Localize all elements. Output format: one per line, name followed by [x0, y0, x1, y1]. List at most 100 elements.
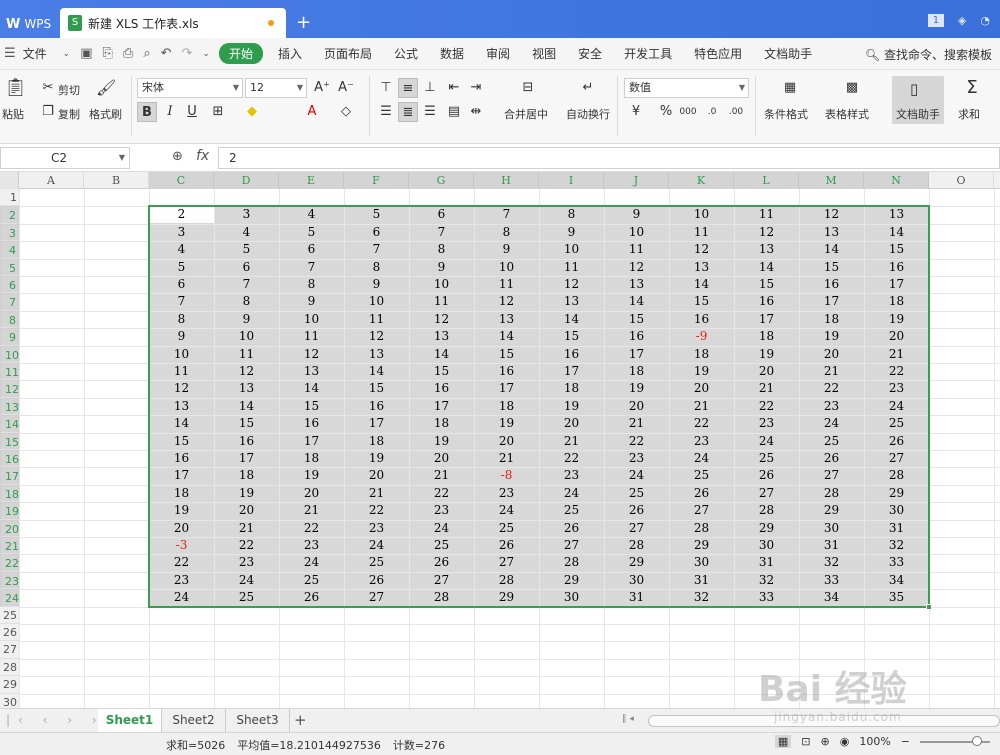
row-header-8[interactable]: 8 — [0, 310, 19, 329]
row-header-21[interactable]: 21 — [0, 537, 19, 555]
increase-font-icon[interactable]: A⁺ — [312, 78, 332, 98]
row-header-27[interactable]: 27 — [0, 641, 19, 659]
row-header-9[interactable]: 9 — [0, 328, 19, 346]
new-tab-button[interactable]: + — [296, 12, 311, 33]
increase-decimal-icon[interactable]: .0 — [702, 102, 722, 122]
zoom-level[interactable]: 100% — [859, 735, 890, 748]
row-header-13[interactable]: 13 — [0, 397, 19, 416]
tab-7[interactable]: 安全 — [578, 45, 602, 62]
wrap-text-button[interactable]: 自动换行 — [566, 106, 610, 122]
zoom-slider[interactable] — [920, 735, 990, 746]
tab-10[interactable]: 文档助手 — [764, 45, 812, 62]
row-header-10[interactable]: 10 — [0, 345, 19, 363]
doc-assistant-button[interactable]: ▯ 文档助手 — [892, 76, 944, 124]
column-header-K[interactable]: K — [669, 172, 734, 189]
fill-handle[interactable] — [926, 603, 932, 610]
sum-button[interactable]: 求和 — [958, 106, 980, 122]
row-header-28[interactable]: 28 — [0, 658, 19, 677]
row-header-26[interactable]: 26 — [0, 624, 19, 642]
column-header-J[interactable]: J — [604, 172, 669, 189]
format-painter-button[interactable]: 格式刷 — [89, 106, 122, 122]
currency-icon[interactable]: ¥ — [626, 102, 646, 122]
number-format-select[interactable]: 数值 ▼ — [624, 78, 749, 98]
page-layout-view-icon[interactable]: ⊕ — [821, 735, 830, 748]
skin-icon[interactable]: ◈ — [958, 14, 966, 27]
file-menu[interactable]: 文件 — [23, 45, 47, 62]
column-header-M[interactable]: M — [799, 172, 864, 189]
row-header-7[interactable]: 7 — [0, 293, 19, 311]
cut-button[interactable]: 剪切 — [58, 82, 80, 98]
tab-3[interactable]: 公式 — [394, 45, 418, 62]
row-header-16[interactable]: 16 — [0, 450, 19, 468]
page-break-view-icon[interactable]: ⊡ — [801, 735, 810, 748]
zoom-formula-icon[interactable]: ⊕ — [172, 149, 183, 164]
command-search[interactable]: 🔍︎ 查找命令、搜索模板 — [865, 46, 992, 63]
merge-center-icon[interactable]: ⊟ — [518, 78, 538, 98]
tab-0[interactable]: 开始 — [218, 43, 263, 64]
sum-icon[interactable]: Σ — [962, 78, 982, 98]
wrap-text-icon[interactable]: ↵ — [578, 78, 598, 98]
format-painter-icon[interactable]: 🖌︎ — [96, 78, 116, 98]
align-left-icon[interactable]: ☰ — [376, 102, 396, 122]
row-header-25[interactable]: 25 — [0, 606, 19, 624]
percent-button[interactable]: % — [656, 102, 676, 122]
bold-button[interactable]: B — [137, 102, 157, 122]
add-sheet-button[interactable]: + — [294, 711, 307, 729]
print-icon[interactable]: ⎙ — [123, 46, 133, 61]
wps-home-tab[interactable]: W WPS — [0, 10, 56, 38]
column-header-D[interactable]: D — [214, 172, 279, 189]
tab-5[interactable]: 审阅 — [486, 45, 510, 62]
font-size-select[interactable]: 12 ▼ — [245, 78, 307, 98]
tab-4[interactable]: 数据 — [440, 45, 464, 62]
align-center-icon[interactable]: ≣ — [398, 102, 418, 122]
tab-1[interactable]: 插入 — [278, 45, 302, 62]
zoom-out-icon[interactable]: − — [901, 735, 910, 748]
redo-icon[interactable]: ↷ — [182, 46, 193, 61]
tab-splitter-icon[interactable]: ‖ ◂ — [622, 714, 634, 724]
column-header-O[interactable]: O — [929, 172, 994, 189]
italic-button[interactable]: I — [160, 102, 180, 122]
indent-decrease-icon[interactable]: ⇤ — [444, 78, 464, 98]
column-header-I[interactable]: I — [539, 172, 604, 189]
sheet-tab-3[interactable]: Sheet3 — [226, 709, 290, 732]
column-header-H[interactable]: H — [474, 172, 539, 189]
indent-increase-icon[interactable]: ⇥ — [466, 78, 486, 98]
spreadsheet-grid[interactable]: A B C D E F G H I J K L M N O 1 2 3 4 5 6 7 8 9 10 11 12 13 14 15 16 17… — [0, 172, 1000, 708]
column-header-E[interactable]: E — [279, 172, 344, 189]
align-right-icon[interactable]: ☰ — [420, 102, 440, 122]
row-header-5[interactable]: 5 — [0, 258, 19, 276]
row-header-18[interactable]: 18 — [0, 484, 19, 503]
row-header-20[interactable]: 20 — [0, 519, 19, 537]
fill-color-icon[interactable]: ◆ — [242, 102, 262, 122]
table-style-icon[interactable]: ▩ — [842, 78, 862, 98]
export-icon[interactable]: ⎘ — [103, 46, 113, 61]
sheet-tab-1[interactable]: Sheet1 — [98, 709, 162, 732]
row-header-29[interactable]: 29 — [0, 676, 19, 694]
user-icon[interactable]: ◔ — [980, 14, 990, 27]
decrease-decimal-icon[interactable]: .00 — [726, 102, 746, 122]
normal-view-icon[interactable]: ▦ — [774, 735, 792, 748]
sheet-tab-2[interactable]: Sheet2 — [162, 709, 226, 732]
align-top-icon[interactable]: ⊤ — [376, 78, 396, 98]
row-header-17[interactable]: 17 — [0, 467, 19, 485]
conditional-format-icon[interactable]: ▦ — [780, 78, 800, 98]
row-header-15[interactable]: 15 — [0, 432, 19, 450]
tab-6[interactable]: 视图 — [532, 45, 556, 62]
row-header-23[interactable]: 23 — [0, 571, 19, 590]
function-button[interactable]: fx — [196, 148, 209, 164]
formula-input[interactable]: 2 — [218, 147, 1000, 169]
eye-protection-icon[interactable]: ◉ — [840, 735, 850, 748]
column-header-B[interactable]: B — [84, 172, 149, 189]
row-header-22[interactable]: 22 — [0, 554, 19, 572]
borders-icon[interactable]: ⊞ — [208, 102, 228, 122]
tab-8[interactable]: 开发工具 — [624, 45, 672, 62]
underline-button[interactable]: U — [182, 102, 202, 122]
column-header-L[interactable]: L — [734, 172, 799, 189]
align-middle-icon[interactable]: ≡ — [398, 78, 418, 98]
font-family-select[interactable]: 宋体 ▼ — [137, 78, 243, 98]
document-tab[interactable]: S 新建 XLS 工作表.xls — [60, 8, 286, 38]
row-header-3[interactable]: 3 — [0, 223, 19, 242]
copy-icon[interactable]: ❐ — [38, 102, 58, 122]
column-header-F[interactable]: F — [344, 172, 409, 189]
distribute-icon[interactable]: ⇹ — [466, 102, 486, 122]
